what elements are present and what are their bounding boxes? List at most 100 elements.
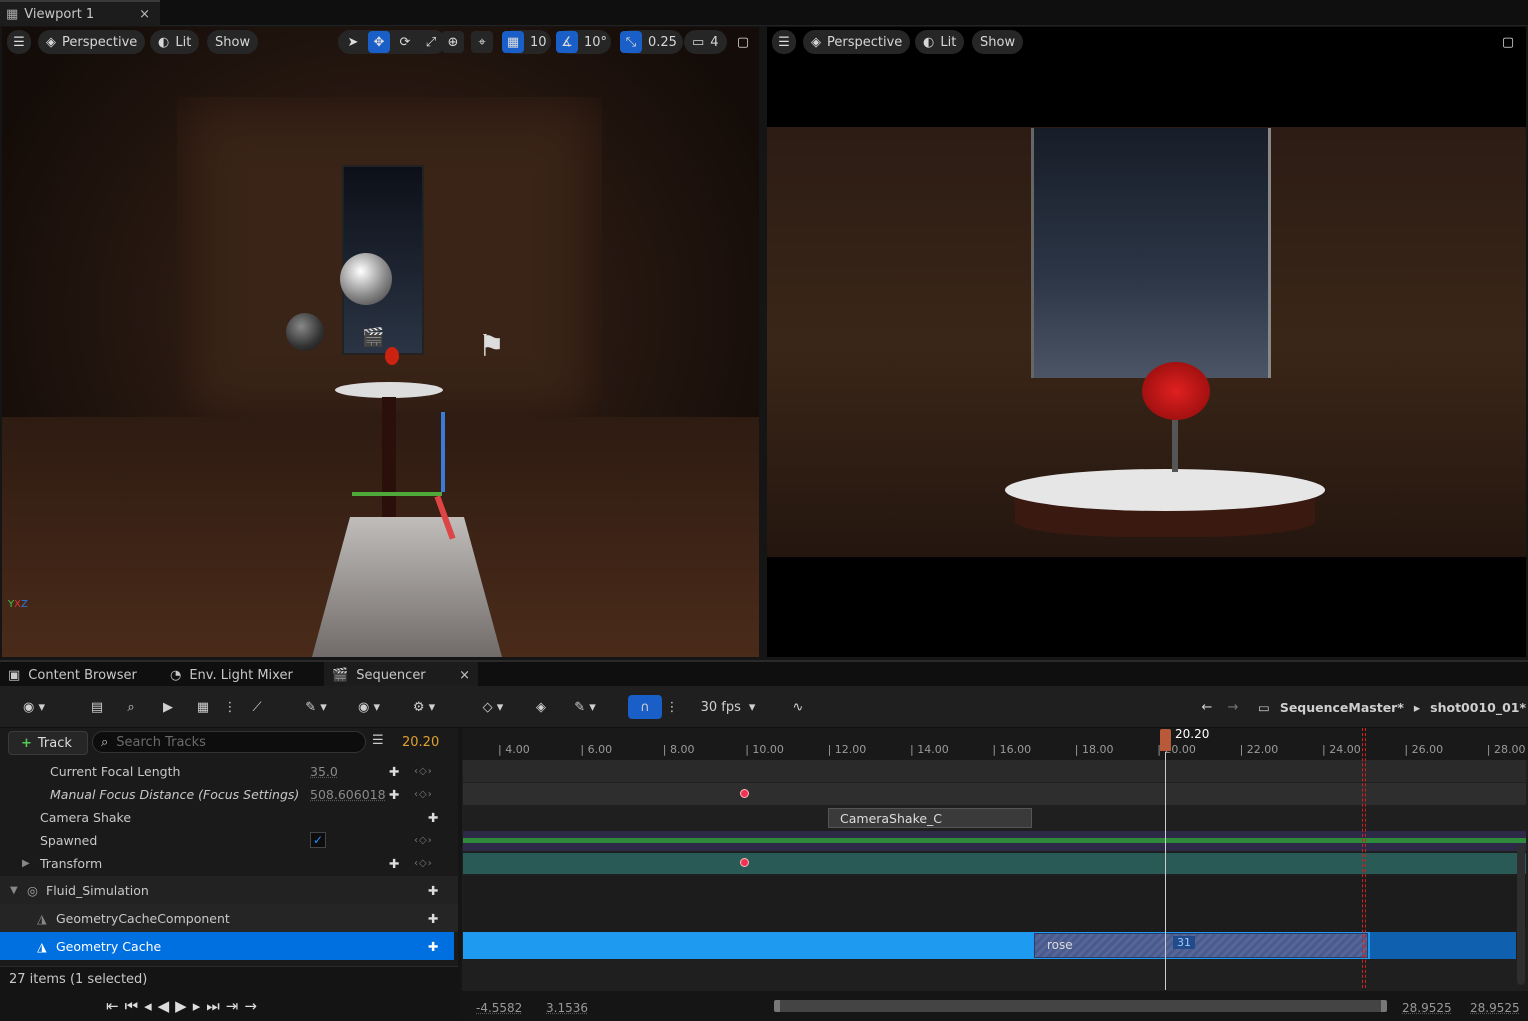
current-time-field[interactable]: 20.20 <box>402 735 439 750</box>
transport-icons[interactable]: ⇤ ⏮ ◂ ◀ ▶ ▸ ⏭ ⇥ → <box>106 997 257 1015</box>
playhead[interactable] <box>1160 729 1171 751</box>
fps-dropdown[interactable]: 30 fps ▾ <box>696 695 760 719</box>
player-start-icon[interactable]: ⚑ <box>478 329 505 364</box>
loop-icon[interactable]: → <box>244 997 257 1015</box>
camera-speed-button[interactable]: ▭ 4 <box>684 30 727 54</box>
working-start[interactable]: 3.1536 <box>546 1001 588 1015</box>
close-icon[interactable]: × <box>459 668 470 683</box>
keyframe-nav-icon[interactable]: ‹◇› <box>414 789 433 800</box>
add-key-icon[interactable]: ✚ <box>389 856 399 871</box>
add-track-icon[interactable]: ✚ <box>428 883 438 898</box>
chevron-right-icon[interactable]: ▶ <box>22 858 30 869</box>
breadcrumb-master[interactable]: SequenceMaster* <box>1280 700 1404 715</box>
add-track-button[interactable]: + Track <box>8 731 88 755</box>
viewport-cinematic[interactable]: ☰ ◈ Perspective ◐ Lit Show ▢ <box>767 27 1526 657</box>
skylight-icon[interactable] <box>286 313 324 351</box>
hamburger-icon[interactable]: ☰ <box>772 30 796 54</box>
show-button[interactable]: Show <box>972 30 1024 54</box>
playback-options-icon[interactable]: ⚙ ▾ <box>404 695 444 719</box>
search-input[interactable] <box>116 734 347 750</box>
track-row[interactable]: ▼ ◎ Fluid_Simulation ✚ <box>0 876 458 904</box>
filter-icon[interactable]: ☰ <box>372 733 384 748</box>
select-icon[interactable]: ➤ <box>342 31 364 53</box>
gizmo-z-axis[interactable] <box>441 412 445 492</box>
scale-icon[interactable]: ⤢ <box>420 31 442 53</box>
render-icon[interactable]: ▶ <box>157 695 179 719</box>
chevron-down-icon[interactable]: ▼ <box>10 885 18 896</box>
reflection-sphere-icon[interactable] <box>340 253 392 305</box>
keyframe-nav-icon[interactable]: ‹◇› <box>414 766 433 777</box>
add-key-icon[interactable]: ✚ <box>428 810 438 825</box>
hamburger-icon[interactable]: ☰ <box>7 30 31 54</box>
show-button[interactable]: Show <box>207 30 259 54</box>
add-key-icon[interactable]: ✚ <box>389 764 399 779</box>
jump-end-icon[interactable]: ⇥ <box>226 997 239 1015</box>
track-row[interactable]: Current Focal Length 35.0 ✚ ‹◇› <box>0 760 458 782</box>
wrench-icon[interactable]: ✎ ▾ <box>298 695 334 719</box>
snap-magnet-icon[interactable]: ∩ <box>628 695 662 719</box>
play-icon[interactable]: ▶ <box>175 997 187 1015</box>
track-row[interactable]: Manual Focus Distance (Focus Settings) 5… <box>0 783 458 805</box>
spawned-checkbox[interactable]: ✓ <box>310 832 326 848</box>
play-reverse-icon[interactable]: ◀ <box>158 997 170 1015</box>
viewport-perspective[interactable]: 🎬 ⚑ YXZ ☰ ◈ Perspective ◐ Lit Show ➤ ✥ ⟳ ⤢… <box>2 27 759 657</box>
save-icon[interactable]: ▤ <box>86 695 108 719</box>
camera-shake-section[interactable]: CameraShake_C <box>828 808 1032 828</box>
track-row-selected[interactable]: ◮ Geometry Cache ✚ <box>0 932 454 960</box>
translate-icon[interactable]: ✥ <box>368 31 390 53</box>
view-start[interactable]: -4.5582 <box>476 1001 522 1015</box>
tab-sequencer[interactable]: 🎬 Sequencer × <box>324 662 478 688</box>
world-local-icon[interactable]: ⊕ <box>442 31 464 53</box>
track-row[interactable]: Camera Shake ✚ <box>0 806 458 828</box>
eye-icon[interactable]: ◉ ▾ <box>350 695 388 719</box>
track-value[interactable]: 35.0 <box>310 764 338 779</box>
lane-focal-length[interactable] <box>463 760 1526 782</box>
add-track-icon[interactable]: ✚ <box>428 911 438 926</box>
tab-env-light-mixer[interactable]: ◔ Env. Light Mixer <box>162 662 322 688</box>
breadcrumb-shot[interactable]: shot0010_01* <box>1430 700 1526 715</box>
find-icon[interactable]: ⌕ <box>120 695 142 719</box>
grid-snap-button[interactable]: ▦ 10 <box>502 30 551 54</box>
more-icon[interactable]: ⋮ <box>666 695 679 719</box>
more-icon[interactable]: ⋮ <box>224 695 237 719</box>
keyframe[interactable] <box>740 858 749 867</box>
working-end[interactable]: 28.9525 <box>1402 1001 1452 1015</box>
lighting-mode-button[interactable]: ◐ Lit <box>915 30 965 54</box>
back-arrow-icon[interactable]: ← <box>1196 695 1218 719</box>
range-scrollbar[interactable] <box>774 1000 1387 1012</box>
view-end[interactable]: 28.9525 <box>1470 1001 1520 1015</box>
scrollbar-vertical[interactable] <box>1517 845 1525 985</box>
keyframe-nav-icon[interactable]: ‹◇› <box>414 858 433 869</box>
track-row[interactable]: ◮ GeometryCacheComponent ✚ <box>0 904 458 932</box>
rotation-snap-button[interactable]: ∡ 10° <box>556 30 612 54</box>
world-icon[interactable]: ◉ ▾ <box>14 695 54 719</box>
keyframe-nav-icon[interactable]: ‹◇› <box>414 835 433 846</box>
time-ruler[interactable]: | 4.00 | 6.00 | 8.00 | 10.00 | 12.00 | 14.00 |… <box>462 728 1528 760</box>
jump-start-icon[interactable]: ⇤ <box>106 997 119 1015</box>
add-key-icon[interactable]: ✚ <box>389 787 399 802</box>
track-row[interactable]: Spawned ✓ ‹◇› <box>0 829 458 851</box>
lane-transform[interactable] <box>463 853 1526 874</box>
camera-actor-icon[interactable]: 🎬 <box>362 327 384 348</box>
tab-content-browser[interactable]: ▣ Content Browser <box>0 662 160 688</box>
surface-snap-icon[interactable]: ⌖ <box>471 31 493 53</box>
tab-viewport-1[interactable]: ▦ Viewport 1 × <box>0 0 160 26</box>
close-icon[interactable]: × <box>139 7 150 22</box>
scale-snap-button[interactable]: ⤡ 0.25 <box>620 30 683 54</box>
track-row[interactable]: ▶ Transform ✚ ‹◇› <box>0 852 458 874</box>
edit-icon[interactable]: ✎ ▾ <box>566 695 604 719</box>
curve-editor-icon[interactable]: ∿ <box>786 695 810 719</box>
prev-key-icon[interactable]: ⏮ <box>125 997 139 1015</box>
next-frame-icon[interactable]: ▸ <box>193 997 201 1015</box>
gizmo-y-axis[interactable] <box>352 492 442 496</box>
curve-icon[interactable]: ⟋ <box>246 695 268 719</box>
rotate-icon[interactable]: ⟳ <box>394 31 416 53</box>
lane-focus-distance[interactable] <box>463 783 1526 805</box>
next-key-icon[interactable]: ⏭ <box>206 997 220 1015</box>
add-track-icon[interactable]: ✚ <box>428 939 438 954</box>
view-mode-button[interactable]: ◈ Perspective <box>803 30 911 54</box>
key-icon[interactable]: ◇ ▾ <box>474 695 512 719</box>
rose-section[interactable]: rose 31 <box>1034 933 1368 958</box>
search-tracks[interactable]: ⌕ <box>92 731 366 753</box>
prev-frame-icon[interactable]: ◂ <box>144 997 152 1015</box>
